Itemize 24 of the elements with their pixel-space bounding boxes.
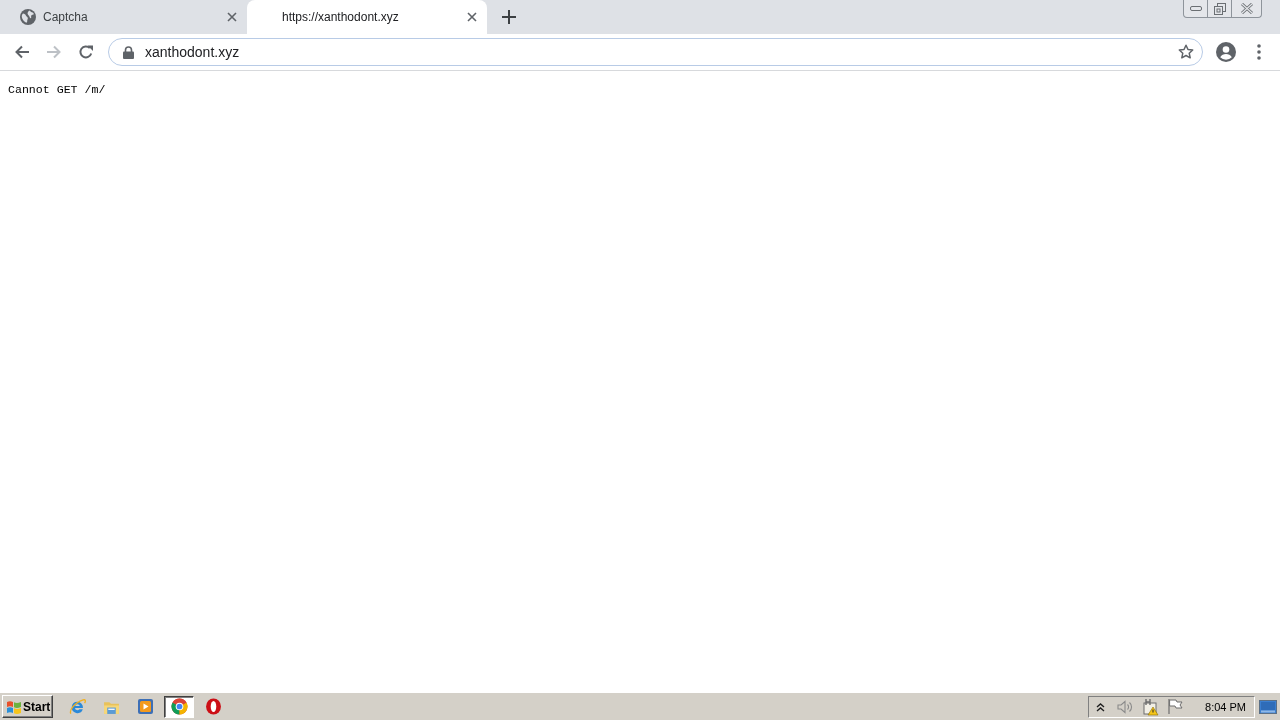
bookmark-star-icon[interactable] bbox=[1178, 44, 1194, 60]
browser-tab[interactable]: Captcha bbox=[0, 0, 247, 34]
chevron-up-icon[interactable] bbox=[1095, 701, 1105, 712]
play-tile-icon[interactable] bbox=[136, 698, 154, 715]
restore-icon[interactable] bbox=[1213, 2, 1226, 15]
start-button[interactable]: Start bbox=[2, 695, 53, 718]
lock-icon bbox=[123, 45, 134, 59]
menu-icon[interactable] bbox=[1257, 44, 1261, 60]
flag-icon[interactable] bbox=[1167, 698, 1184, 715]
round-logo-icon[interactable] bbox=[170, 698, 188, 715]
error-message: Cannot GET /m/ bbox=[8, 82, 106, 97]
close-icon[interactable] bbox=[1240, 3, 1253, 14]
windows-flag-icon[interactable] bbox=[6, 698, 22, 715]
back-arrow-icon[interactable] bbox=[14, 44, 30, 60]
taskbar-app-button[interactable] bbox=[164, 695, 194, 718]
e-logo-icon[interactable] bbox=[68, 698, 86, 715]
plug-warning-icon[interactable] bbox=[1141, 697, 1160, 716]
clock-time[interactable]: 8:04 PM bbox=[1205, 700, 1246, 713]
url-text: xanthodont.xyz bbox=[145, 44, 241, 60]
minimize-icon[interactable] bbox=[1189, 6, 1202, 11]
plus-icon[interactable] bbox=[502, 10, 516, 24]
browser-tab[interactable]: https://xanthodont.xyz bbox=[247, 0, 487, 34]
reload-icon[interactable] bbox=[78, 44, 94, 60]
ring-logo-icon[interactable] bbox=[204, 698, 222, 715]
